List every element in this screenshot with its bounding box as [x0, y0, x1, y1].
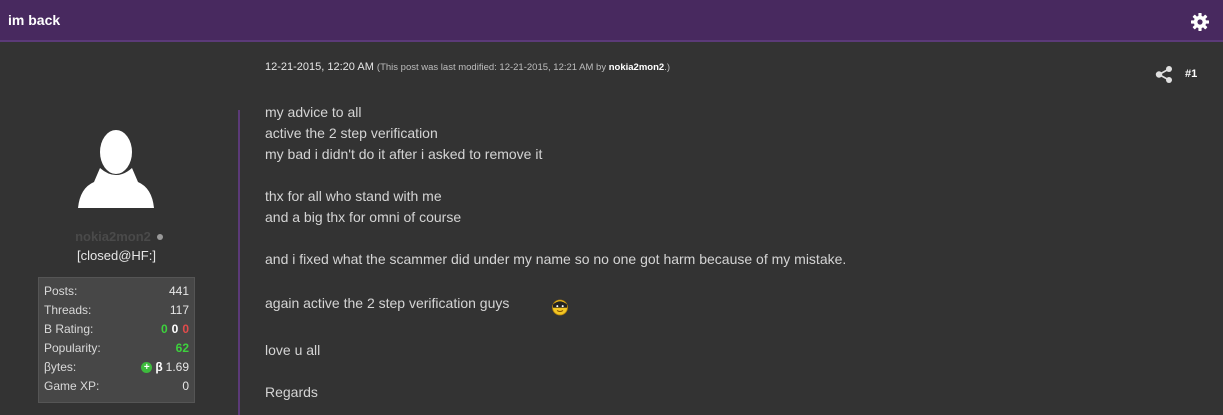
post-number-link[interactable]: #1 [1185, 68, 1197, 80]
modified-suffix: .) [664, 62, 670, 73]
message-line: my bad i didn't do it after i asked to r… [265, 146, 543, 162]
bytes-value: 1.69 [165, 359, 189, 374]
stat-gamexp: Game XP: 0 [44, 376, 189, 395]
threads-count[interactable]: 117 [170, 303, 189, 317]
message-line: Regards [265, 384, 318, 400]
message-line: and a big thx for omni of course [265, 209, 462, 225]
gamexp-value: 0 [182, 378, 189, 393]
message-line: active the 2 step verification [265, 125, 438, 141]
post-meta: 12-21-2015, 12:20 AM (This post was last… [265, 61, 670, 73]
brating-positive: 0 [160, 321, 168, 336]
message-line: love u all [265, 342, 321, 358]
stat-label: Posts: [44, 283, 78, 298]
stat-label: Game XP: [44, 378, 100, 393]
brating-neutral: 0 [171, 321, 179, 336]
stat-label: Popularity: [44, 340, 101, 355]
message-line: again active the 2 step verification guy… [265, 295, 510, 311]
stat-popularity: Popularity: 62 [44, 338, 189, 357]
message-line: thx for all who stand with me [265, 188, 442, 204]
author-username[interactable]: nokia2mon2 [75, 229, 151, 244]
username-row: nokia2mon2 [0, 228, 238, 246]
share-icon[interactable] [1155, 66, 1173, 83]
post-divider [238, 110, 240, 415]
default-avatar-icon[interactable] [78, 126, 154, 208]
stat-label: B Rating: [44, 321, 94, 336]
modified-by-user[interactable]: nokia2mon2 [609, 62, 664, 73]
modified-prefix: (This post was last modified: 12-21-2015… [376, 62, 609, 73]
bytes-symbol: β [155, 359, 163, 374]
author-usertitle: [closed@HF:] [77, 248, 156, 263]
popularity-value[interactable]: 62 [176, 341, 189, 355]
message-line: and i fixed what the scammer did under m… [265, 251, 847, 267]
bytes-value-group: + β 1.69 [141, 360, 189, 374]
thread-header: im back [0, 0, 1223, 42]
author-stats: Posts: 441 Threads: 117 B Rating: 000 Po… [38, 277, 195, 403]
author-sidebar: nokia2mon2 [closed@HF:] Posts: 441 Threa… [0, 44, 238, 415]
post-modified-note: (This post was last modified: 12-21-2015… [377, 62, 670, 73]
post-date: 12-21-2015, 12:20 AM [265, 61, 374, 73]
stat-bytes: βytes: + β 1.69 [44, 357, 189, 376]
gear-icon[interactable] [1190, 12, 1210, 32]
thread-title: im back [8, 12, 61, 28]
offline-status-icon [156, 233, 163, 240]
brating-values[interactable]: 000 [157, 322, 189, 336]
ninja-smiley-icon [552, 299, 568, 316]
brating-negative: 0 [182, 321, 189, 336]
stat-threads: Threads: 117 [44, 300, 189, 319]
stat-brating: B Rating: 000 [44, 319, 189, 338]
stat-label: βytes: [44, 359, 77, 374]
stat-label: Threads: [44, 302, 92, 317]
posts-count[interactable]: 441 [169, 284, 189, 298]
message-line: my advice to all [265, 104, 362, 120]
stat-posts: Posts: 441 [44, 281, 189, 300]
bytes-plus-icon[interactable]: + [141, 361, 153, 373]
